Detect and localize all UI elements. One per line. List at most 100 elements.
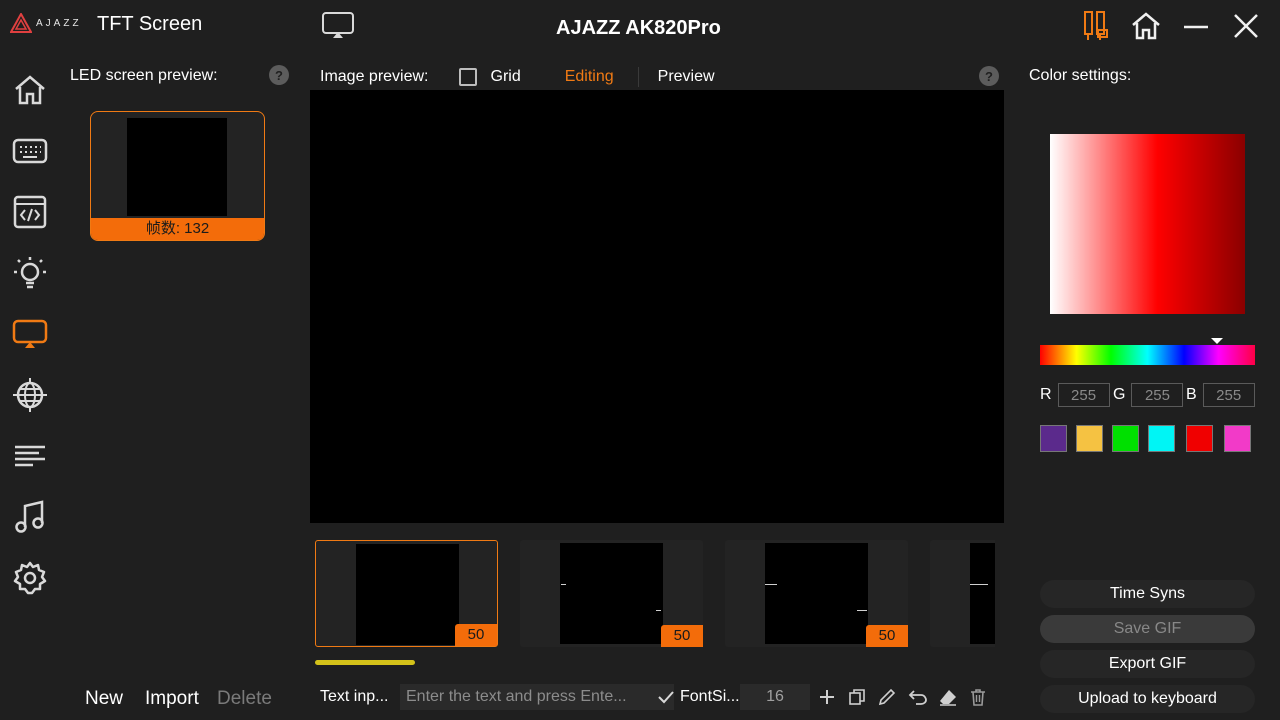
frame-pixel: [561, 584, 566, 585]
pencil-icon[interactable]: [876, 686, 898, 708]
frame-pixel: [765, 584, 777, 585]
ajazz-logo-icon: [10, 13, 32, 33]
tab-divider: [637, 67, 639, 87]
frame-thumbnail[interactable]: [930, 540, 995, 647]
trash-icon[interactable]: [967, 686, 989, 708]
screen-mirror-icon[interactable]: [321, 11, 355, 46]
frame-strip: 50 50 50: [315, 540, 995, 648]
led-preview-heading: LED screen preview:: [70, 67, 218, 84]
driver-config-icon[interactable]: [1080, 8, 1112, 44]
saturation-value-picker[interactable]: [1050, 134, 1245, 314]
frame-strip-scrollbar[interactable]: [315, 660, 415, 665]
grid-checkbox[interactable]: [458, 68, 477, 86]
image-editor: Image preview: Grid Editing Preview ? 50…: [300, 54, 1015, 720]
frame-pixel: [857, 610, 867, 611]
r-input[interactable]: [1057, 383, 1110, 407]
color-swatch[interactable]: [1224, 425, 1251, 452]
export-gif-button[interactable]: Export GIF: [1040, 650, 1255, 678]
font-size-input[interactable]: [740, 684, 810, 710]
frame-screen: [356, 544, 459, 645]
color-swatch[interactable]: [1040, 425, 1067, 452]
color-settings-heading: Color settings:: [1029, 67, 1132, 84]
confirm-check-icon[interactable]: [655, 686, 677, 708]
g-label: G: [1113, 386, 1126, 403]
logo-text: AJAZZ: [36, 17, 82, 29]
gear-icon: [13, 561, 47, 595]
sidebar-item-macro[interactable]: [10, 192, 50, 232]
title-bar: AJAZZ TFT Screen AJAZZ AK820Pro: [0, 0, 1280, 54]
frame-thumbnail[interactable]: 50: [315, 540, 498, 647]
hue-marker[interactable]: [1211, 338, 1223, 344]
frame-screen: [970, 543, 995, 644]
preview-toolbar: Image preview: Grid Editing Preview: [320, 66, 715, 88]
frame-screen: [560, 543, 663, 644]
g-field: G: [1113, 383, 1184, 407]
delete-button[interactable]: Delete: [217, 688, 272, 710]
import-button[interactable]: Import: [145, 688, 199, 710]
image-preview-heading: Image preview:: [320, 68, 429, 85]
new-button[interactable]: New: [85, 688, 123, 710]
b-label: B: [1186, 386, 1197, 403]
close-icon[interactable]: [1230, 8, 1262, 44]
device-title: AJAZZ AK820Pro: [556, 17, 721, 39]
tab-preview[interactable]: Preview: [658, 68, 715, 86]
help-icon[interactable]: ?: [979, 66, 999, 86]
sidebar-item-lighting[interactable]: [10, 253, 50, 293]
keyboard-icon: [12, 138, 48, 164]
hue-slider[interactable]: [1040, 345, 1255, 365]
sidebar-item-music[interactable]: [10, 497, 50, 537]
lightbulb-icon: [14, 257, 46, 289]
r-field: R: [1040, 383, 1110, 407]
ajazz-logo: AJAZZ: [10, 13, 82, 33]
sidebar-item-tft-screen[interactable]: [10, 314, 50, 354]
r-label: R: [1040, 386, 1052, 403]
sidebar-item-settings[interactable]: [10, 558, 50, 598]
frame-screen: [765, 543, 868, 644]
frame-count-label: 帧数: 132: [91, 218, 264, 240]
color-swatch[interactable]: [1112, 425, 1139, 452]
frame-duration[interactable]: 50: [455, 624, 497, 646]
lines-icon: [15, 445, 45, 467]
image-canvas[interactable]: [310, 90, 1004, 523]
led-preview-panel: LED screen preview: ? 帧数: 132 New Import…: [60, 54, 300, 720]
color-settings-panel: Color settings: R G B Time Syns Save GIF…: [1015, 54, 1280, 720]
frame-duration[interactable]: 50: [866, 625, 908, 647]
frame-duration[interactable]: 50: [661, 625, 703, 647]
led-screen-thumbnail: [127, 118, 227, 216]
color-swatch[interactable]: [1148, 425, 1175, 452]
frame-thumbnail[interactable]: 50: [520, 540, 703, 647]
font-size-label: FontSi...: [680, 688, 740, 705]
frame-pixel: [656, 610, 661, 611]
sidebar-item-keyboard[interactable]: [10, 131, 50, 171]
undo-icon[interactable]: [907, 686, 929, 708]
screen-cast-icon: [12, 319, 48, 348]
home-window-icon[interactable]: [1130, 8, 1162, 44]
globe-icon: [13, 378, 47, 412]
sidebar-nav: [0, 60, 60, 720]
window-controls: [1080, 8, 1262, 44]
home-icon: [15, 75, 45, 105]
sidebar-item-home[interactable]: [10, 70, 50, 110]
code-window-icon: [13, 195, 47, 229]
tab-editing[interactable]: Editing: [565, 68, 614, 86]
text-input-label: Text inp...: [320, 688, 389, 705]
eraser-icon[interactable]: [937, 686, 959, 708]
save-gif-button[interactable]: Save GIF: [1040, 615, 1255, 643]
minimize-icon[interactable]: [1180, 8, 1212, 44]
led-animation-card[interactable]: 帧数: 132: [90, 111, 265, 241]
help-icon[interactable]: ?: [269, 65, 289, 85]
sidebar-item-network[interactable]: [10, 375, 50, 415]
copy-icon[interactable]: [846, 686, 868, 708]
sidebar-item-list[interactable]: [10, 436, 50, 476]
add-icon[interactable]: [816, 686, 838, 708]
time-sync-button[interactable]: Time Syns: [1040, 580, 1255, 608]
g-input[interactable]: [1131, 383, 1184, 407]
app-title: TFT Screen: [97, 13, 203, 35]
color-swatch[interactable]: [1076, 425, 1103, 452]
frame-thumbnail[interactable]: 50: [725, 540, 908, 647]
color-swatch[interactable]: [1186, 425, 1213, 452]
b-input[interactable]: [1202, 383, 1255, 407]
text-input[interactable]: [400, 684, 674, 710]
upload-to-keyboard-button[interactable]: Upload to keyboard: [1040, 685, 1255, 713]
frame-pixel: [970, 584, 988, 585]
